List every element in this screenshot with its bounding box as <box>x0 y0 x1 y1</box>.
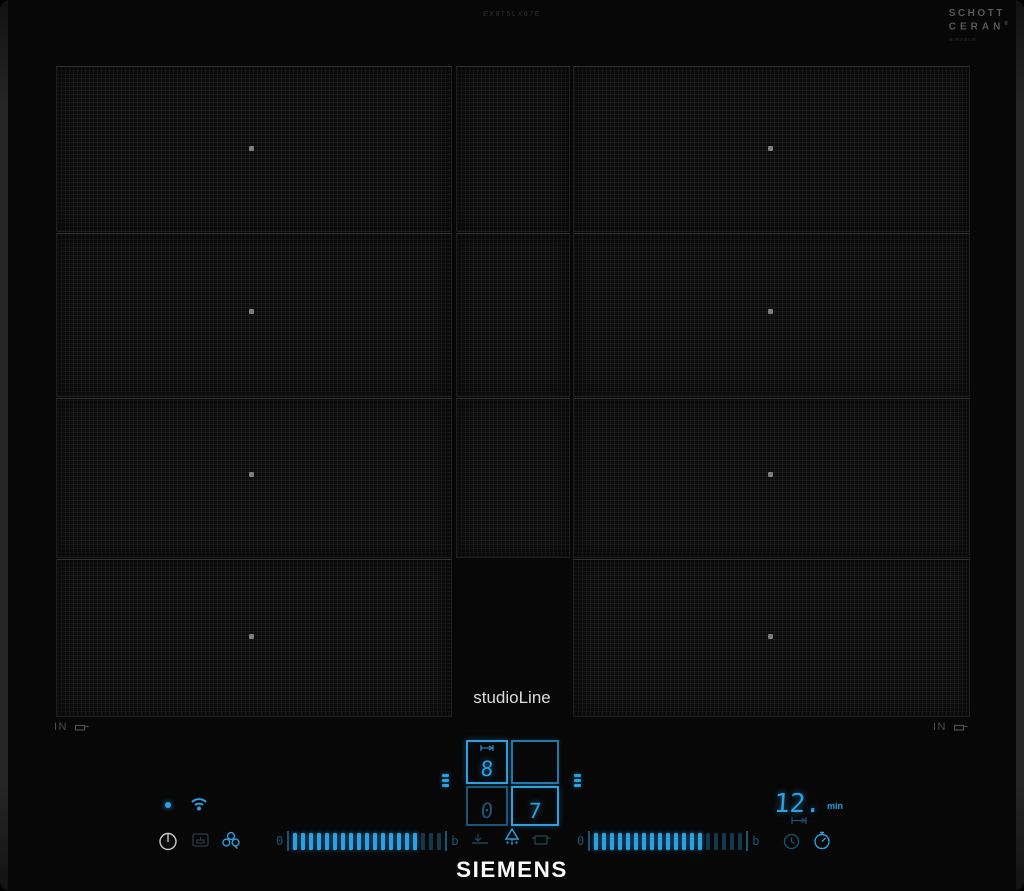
induction-label: IN <box>54 721 68 733</box>
stopwatch-button[interactable] <box>813 831 831 850</box>
induction-label: IN <box>933 721 947 733</box>
fan-clover-button[interactable] <box>221 831 241 850</box>
zone-center-dot <box>249 634 254 639</box>
induction-marking-right: IN <box>933 721 969 733</box>
schott-line1: SCHOTT <box>948 8 1005 19</box>
zone-level-display: 7 <box>527 799 543 823</box>
flex-zone-left-mid-rear <box>56 233 452 397</box>
timer-transfer-icon <box>791 816 807 825</box>
schott-subtext: MIRADUR <box>948 37 977 43</box>
sensor-fountain-button[interactable] <box>503 827 521 848</box>
center-zone-mid <box>456 233 570 397</box>
zone-level-display: 8 <box>479 757 495 781</box>
zone-level-display: 0 <box>479 799 495 823</box>
timer-unit-label: min <box>827 801 844 811</box>
cooktop-surface: EX875LX67E SCHOTT CERAN® MIRADUR studioL… <box>0 0 1024 891</box>
pan-icon <box>74 724 89 731</box>
timer-display: 12. <box>772 789 823 819</box>
zone-select-top-left[interactable]: 8 <box>466 740 508 784</box>
center-zone-rear <box>456 66 570 232</box>
flex-zone-right-mid-rear <box>573 233 970 397</box>
pan-lock-button[interactable] <box>191 832 210 849</box>
zone-center-dot <box>249 472 254 477</box>
power-slider-left[interactable]: 0b <box>276 830 458 852</box>
status-led <box>165 802 171 808</box>
bezel-right <box>1016 0 1024 891</box>
zone-select-bottom-left[interactable]: 0 <box>466 786 508 826</box>
zone-center-dot <box>768 634 773 639</box>
induction-marking-left: IN <box>54 721 90 733</box>
pan-transfer-button[interactable] <box>469 832 491 848</box>
flex-zone-left-rear <box>56 66 452 232</box>
model-code: EX875LX67E <box>482 11 542 18</box>
siemens-logo: SIEMENS <box>456 857 568 882</box>
zone-select-bottom-right[interactable]: 7 <box>511 786 559 826</box>
studioline-label: studioLine <box>473 688 551 707</box>
bezel-left <box>0 0 8 891</box>
pan-icon <box>953 724 968 731</box>
wifi-icon <box>190 797 208 811</box>
clock-button[interactable] <box>783 833 800 850</box>
zone-center-dot <box>768 472 773 477</box>
flex-zone-left-mid-front <box>56 398 452 558</box>
zone-center-dot <box>249 309 254 314</box>
zone-center-dot <box>249 146 254 151</box>
zone-center-dot <box>768 146 773 151</box>
transfer-icon <box>468 744 506 752</box>
flex-zone-left-front <box>56 559 452 717</box>
flex-link-icon-left <box>442 774 449 787</box>
flex-zone-right-mid-front <box>573 398 970 558</box>
zone-center-dot <box>768 309 773 314</box>
schott-ceran-logo: SCHOTT CERAN® MIRADUR <box>949 8 1008 43</box>
center-zone-front <box>456 398 570 558</box>
power-slider-right[interactable]: 0b <box>577 830 759 852</box>
power-button[interactable] <box>158 831 178 851</box>
schott-line2: CERAN® <box>948 20 1008 32</box>
pot-button[interactable] <box>531 833 551 847</box>
zone-select-top-right[interactable] <box>511 740 559 784</box>
flex-link-icon-right <box>574 774 581 787</box>
